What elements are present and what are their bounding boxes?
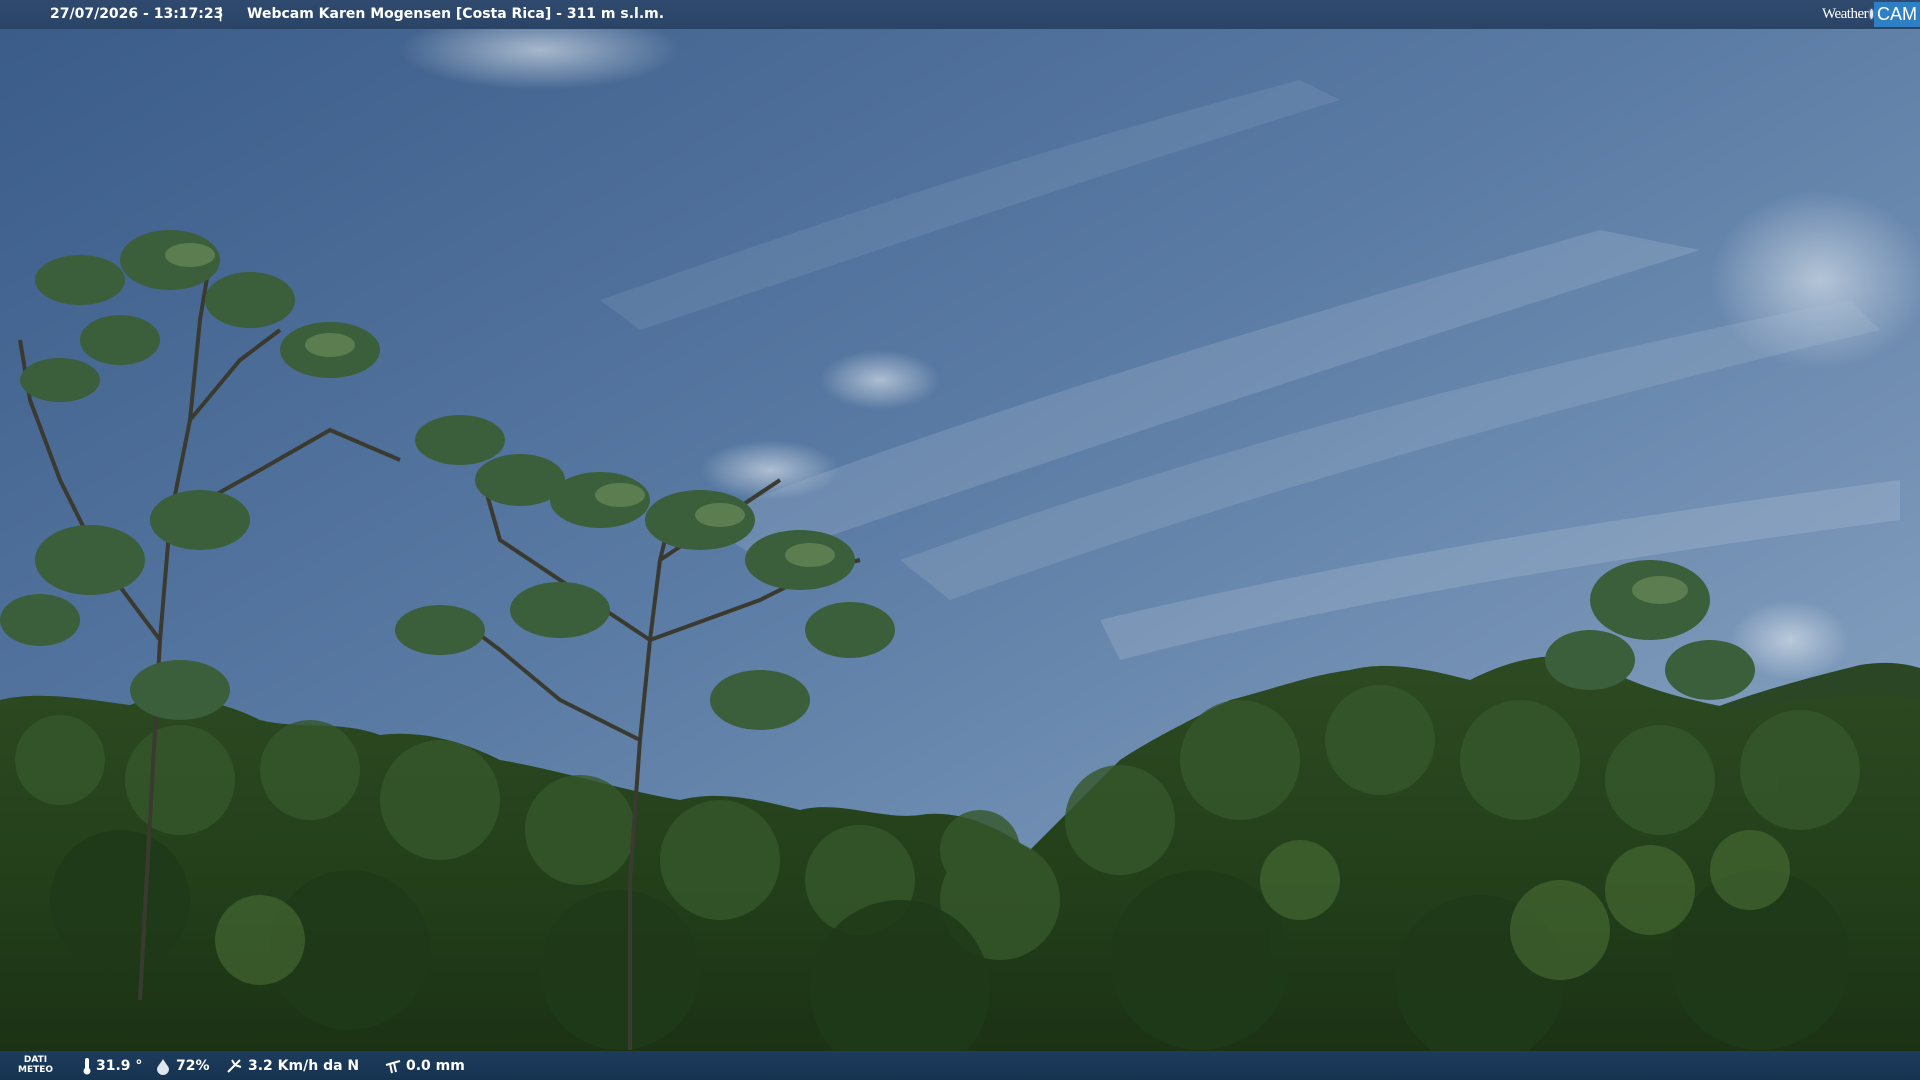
humidity-icon	[157, 1059, 169, 1075]
thermometer-icon	[83, 1058, 91, 1075]
datetime: 27/07/2026 - 13:17:23	[50, 6, 224, 22]
humidity-stat: 72%	[154, 1057, 210, 1075]
temperature-value: 31.9 °	[96, 1058, 143, 1074]
rain-stat: 0.0 mm	[384, 1057, 465, 1075]
wind-icon	[227, 1059, 242, 1073]
weather-data-label: DATI METEO	[18, 1055, 54, 1075]
logo-weather-text: Weather	[1822, 5, 1869, 22]
separator: |	[218, 6, 224, 22]
temperature-stat: 31.9 °	[82, 1057, 142, 1075]
webcam-image	[0, 0, 1920, 1080]
weathercam-logo: Weather CAM	[1818, 0, 1920, 28]
wind-value: 3.2 Km/h da N	[248, 1058, 360, 1074]
logo-cam-text: CAM	[1874, 1, 1920, 27]
wind-stat: 3.2 Km/h da N	[226, 1057, 359, 1075]
top-info-bar: 27/07/2026 - 13:17:23 | Webcam Karen Mog…	[0, 0, 1920, 29]
logo-dot-icon	[1870, 9, 1873, 19]
rain-gauge-icon	[385, 1060, 401, 1074]
webcam-title: Webcam Karen Mogensen [Costa Rica] - 311…	[247, 6, 665, 22]
humidity-value: 72%	[176, 1058, 210, 1074]
weather-data-bar: DATI METEO 31.9 ° 72% 3.2 Km/h da N 0.0 …	[0, 1051, 1920, 1080]
rain-value: 0.0 mm	[406, 1058, 465, 1074]
